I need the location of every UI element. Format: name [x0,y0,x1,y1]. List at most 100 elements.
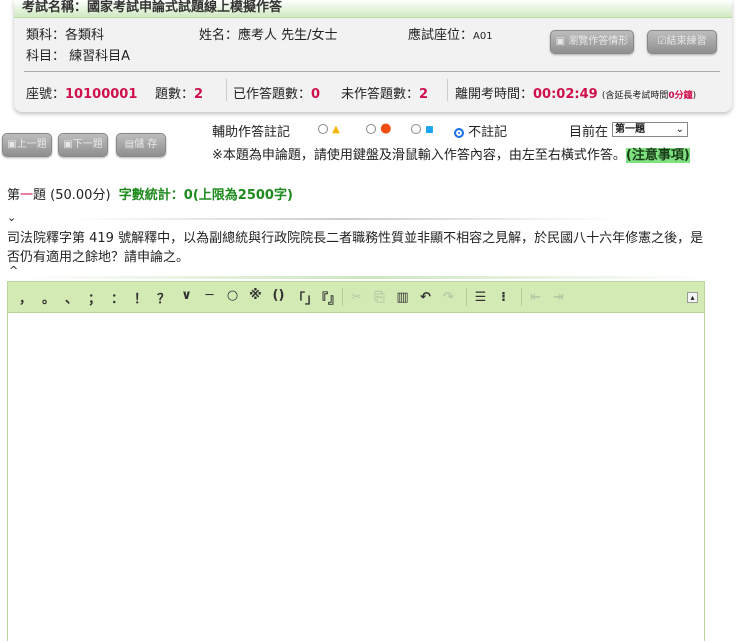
mark-square-option[interactable]: ■ [411,121,434,136]
question-text: 司法院釋字第 419 號解釋中，以為副總統與行政院院長二者職務性質並非顯不相容之… [7,231,704,265]
punctuation-button[interactable]: ？ [154,288,173,307]
candidate-name: 姓名：應考人 先生/女士 [199,28,338,43]
chevron-down-icon: ⌄ [675,124,684,135]
punctuation-button[interactable]: ， [16,288,35,307]
review-answers-button[interactable]: ▣ 瀏覽作答情形 [550,30,634,54]
category: 類科：各類科 [26,28,105,43]
q-suffix: 題 (50.00分) [33,188,111,203]
subject: 科目： 練習科目A [26,49,131,64]
mark-circle-option[interactable]: ● [366,121,391,136]
seat-no-value: 10100001 [65,87,138,102]
punctuation-button[interactable]: ○ [223,288,242,307]
notice-link[interactable]: (注意事項) [625,148,690,163]
ext-value: 0分鐘 [668,91,693,101]
divider [70,218,620,220]
next-label: 下一題 [72,139,103,150]
seat-value: A01 [473,31,493,42]
answered-count: 已作答題數：0 [233,83,320,102]
cut-icon[interactable]: ✂ [347,290,366,305]
radio[interactable] [318,123,328,134]
undo-icon[interactable]: ↶ [416,290,435,305]
question-heading: 第一題 (50.00分) 字數統計：0(上限為2500字) [7,184,293,203]
punctuation-buttons: ，。、；：！？ ∨ ─ ○ ※() 「」 『』 [16,288,341,307]
divider [20,276,710,279]
mark-none-option[interactable]: 不註記 [454,121,507,140]
next-question-button[interactable]: ▣下一題 [58,133,108,157]
answered-label: 已作答題數： [233,87,312,102]
answered-value: 0 [311,87,321,102]
separator [342,288,343,306]
finish-practice-button[interactable]: ☑結束練習 [647,30,717,54]
radio[interactable] [411,123,421,134]
punctuation-button[interactable]: () [269,288,288,307]
collapse-up-icon[interactable]: ^ [9,264,18,277]
answer-editor[interactable]: ，。、；：！？ ∨ ─ ○ ※() 「」 『』 ✂ ⎘ ▥ ↶ ↷ ☰ ⁝ ⇤ ⇥ ▴ [7,281,705,643]
word-count: 字數統計：0(上限為2500字) [118,188,293,203]
radio[interactable] [366,123,376,134]
unanswered-count: 未作答題數：2 [341,83,428,102]
time-label: 離開考時間： [455,87,534,102]
finish-label: 結束練習 [666,36,707,47]
ext-prefix: (含延長考試時間 [601,91,669,101]
review-label: 瀏覽作答情形 [568,36,629,47]
unanswered-value: 2 [419,87,429,102]
prev-label: 上一題 [16,139,47,150]
count-label: 題數： [155,87,195,102]
separator [226,79,227,101]
mark-triangle-option[interactable]: ▲ [318,121,340,136]
punctuation-button[interactable]: 『』 [315,288,341,307]
circle-icon: ● [380,121,392,136]
radio-selected[interactable] [454,127,464,138]
unanswered-label: 未作答題數： [341,87,420,102]
notice-text: ※本題為申論題，請使用鍵盤及滑鼠輸入作答內容，由左至右橫式作答。 [212,148,626,163]
save-button[interactable]: ▤儲 存 [116,133,166,157]
notice: ※本題為申論題，請使用鍵盤及滑鼠輸入作答內容，由左至右橫式作答。(注意事項) [212,144,690,163]
bullet-list-icon[interactable]: ⁝ [494,290,513,305]
answer-textarea[interactable] [8,313,704,643]
editor-toolbar: ，。、；：！？ ∨ ─ ○ ※() 「」 『』 ✂ ⎘ ▥ ↶ ↷ ☰ ⁝ ⇤ ⇥ ▴ [8,282,704,313]
separator [521,288,522,306]
punctuation-button[interactable]: 、 [62,288,81,307]
collapse-down-icon[interactable]: ⌄ [7,211,16,224]
punctuation-button[interactable]: ∨ [177,288,196,307]
collapse-toolbar-icon[interactable]: ▴ [687,291,698,303]
separator [447,79,448,101]
triangle-icon: ▲ [332,124,340,135]
copy-icon[interactable]: ⎘ [370,290,389,305]
punctuation-button[interactable]: 。 [39,288,58,307]
document-icon: ▣ [555,36,566,47]
seat-position: 應試座位：A01 [408,24,493,43]
punctuation-button[interactable]: ！ [131,288,150,307]
prev-question-button[interactable]: ▣上一題 [2,133,52,157]
seat-label: 應試座位： [408,28,474,43]
square-icon: ■ [425,125,434,135]
separator [466,288,467,306]
remaining-time: 離開考時間：00:02:49 (含延長考試時間0分鐘) [455,83,696,102]
ext-suffix: ) [692,91,697,101]
mark-label: 輔助作答註記 [212,125,291,140]
punctuation-button[interactable]: ； [85,288,104,307]
seat-no-label: 座號： [26,87,66,102]
save-label: 儲 存 [134,139,158,150]
numbered-list-icon[interactable]: ☰ [471,290,490,305]
punctuation-button[interactable]: ─ [200,288,219,307]
punctuation-button[interactable]: 「」 [292,288,318,307]
extension-note: (含延長考試時間0分鐘) [602,91,696,101]
seat-number: 座號：10100001 [26,83,137,102]
punctuation-button[interactable]: ※ [246,288,265,307]
current-question-label: 目前在 [569,125,609,140]
mark-none-label: 不註記 [468,125,508,140]
count-value: 2 [194,87,204,102]
exam-name: 國家考試申論式試題線上模擬作答 [87,0,283,15]
q-num: 一 [20,188,34,203]
outdent-icon[interactable]: ⇤ [526,290,545,305]
select-value: 第一題 [615,124,645,135]
question-select[interactable]: 第一題 ⌄ [612,122,688,137]
exam-title-bar: 考試名稱：國家考試申論式試題線上模擬作答 [14,0,732,18]
question-count: 題數：2 [155,83,203,102]
redo-icon[interactable]: ↷ [439,290,458,305]
time-value: 00:02:49 [533,87,598,102]
punctuation-button[interactable]: ： [108,288,127,307]
paste-icon[interactable]: ▥ [393,290,412,305]
indent-icon[interactable]: ⇥ [549,290,568,305]
